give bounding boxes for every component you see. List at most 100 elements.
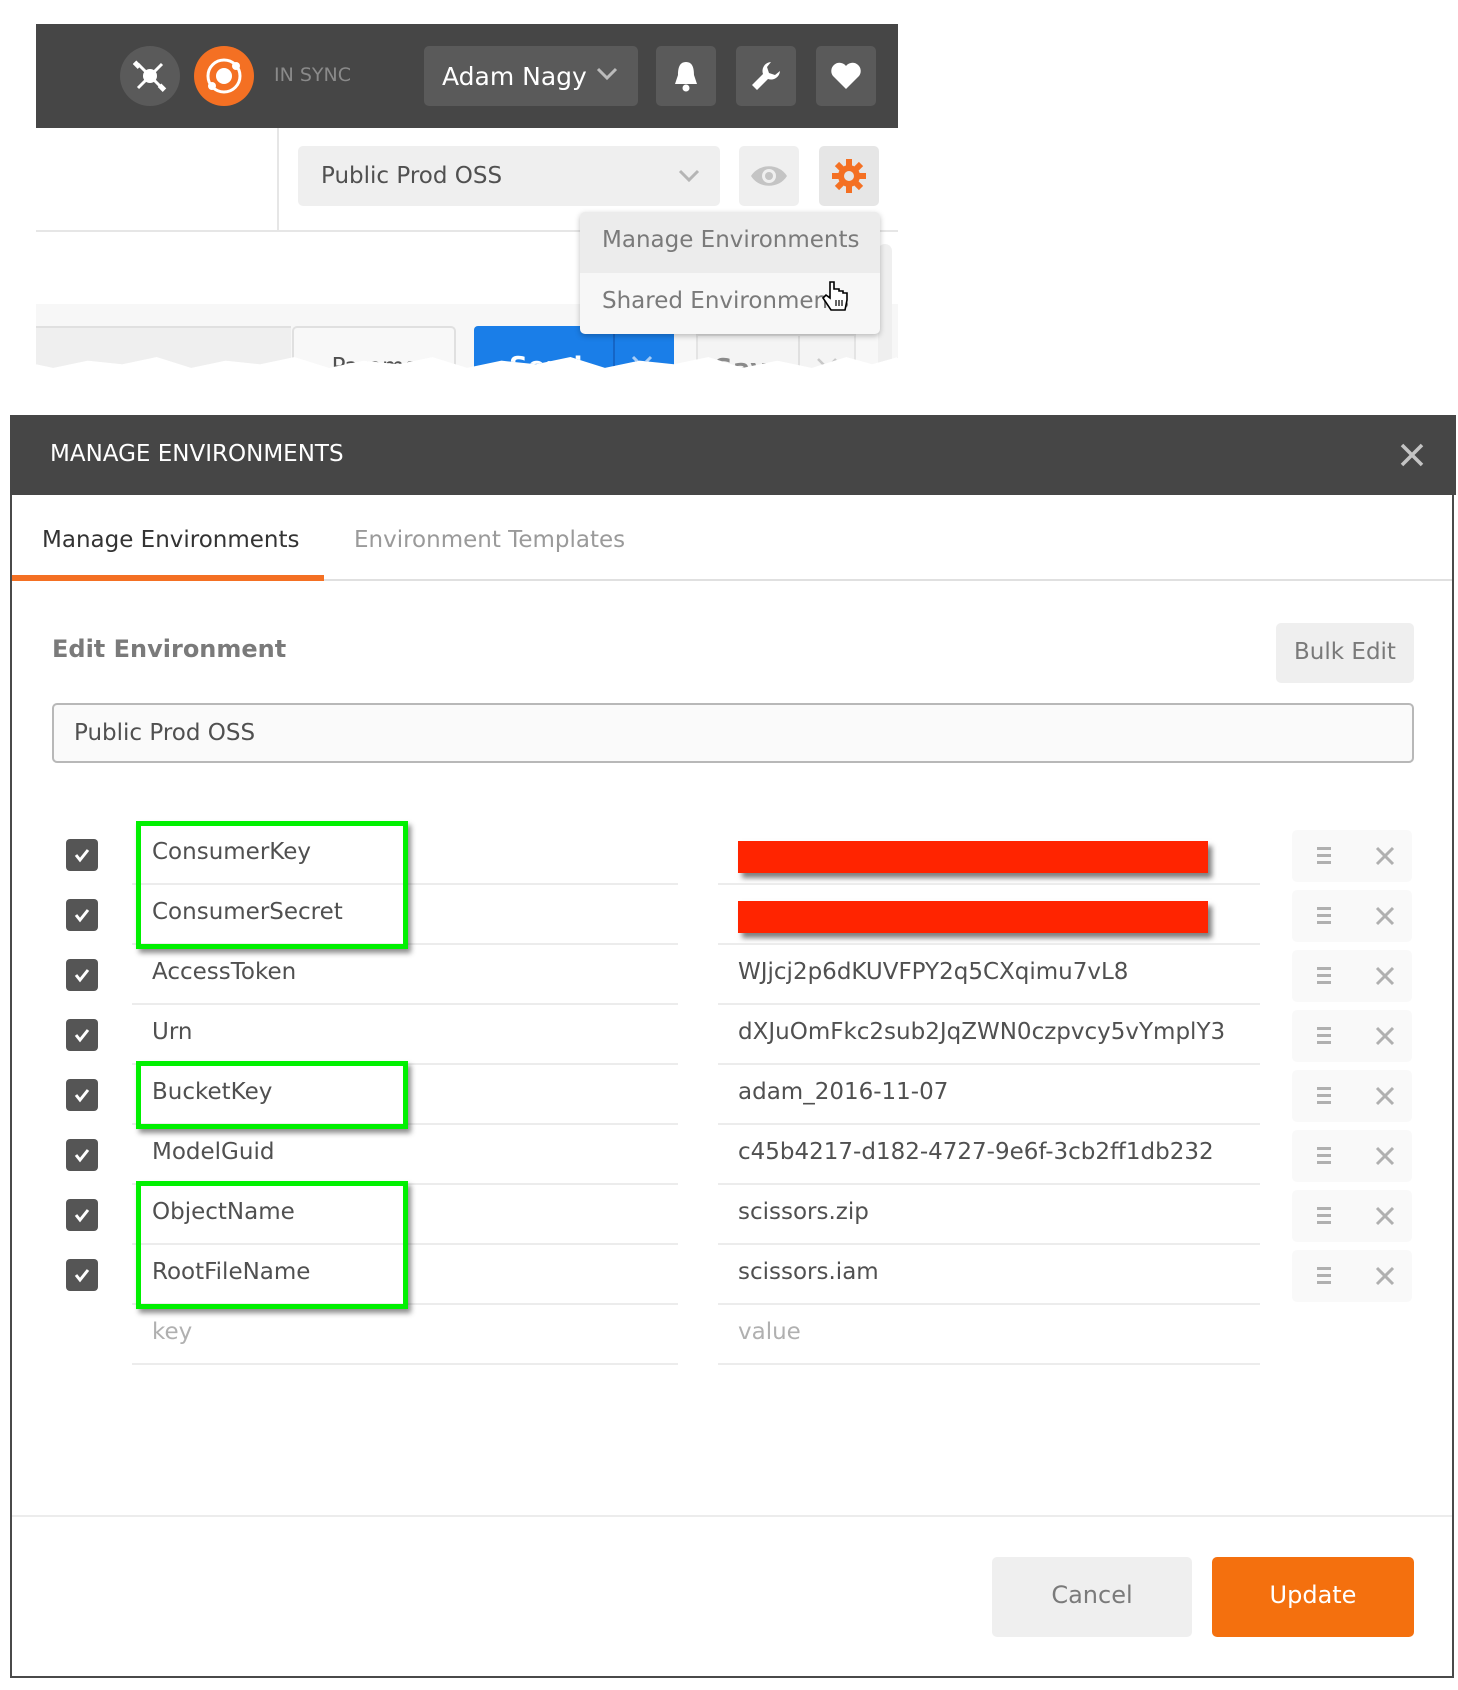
row-actions	[1292, 1190, 1412, 1242]
modal-header: MANAGE ENVIRONMENTS	[10, 415, 1456, 495]
new-value-input[interactable]: value	[718, 1305, 1260, 1365]
divider	[277, 128, 279, 232]
modal-tabs: Manage Environments Environment Template…	[12, 495, 1452, 581]
variable-value[interactable]: scissors.zip	[718, 1185, 1260, 1245]
enable-checkbox[interactable]	[66, 959, 98, 991]
variable-value[interactable]	[718, 885, 1260, 945]
variable-value-text: c45b4217-d182-4727-9e6f-3cb2ff1db232	[738, 1139, 1214, 1165]
url-input[interactable]	[36, 326, 291, 368]
variable-row: AccessToken WJjcj2p6dKUVFPY2q5CXqimu7vL8	[12, 945, 1452, 1005]
variable-value-text: scissors.iam	[738, 1259, 879, 1285]
drag-handle-icon[interactable]	[1316, 1145, 1332, 1167]
chevron-down-icon[interactable]	[629, 348, 655, 374]
bulk-edit-button[interactable]: Bulk Edit	[1276, 623, 1414, 683]
variable-value[interactable]: c45b4217-d182-4727-9e6f-3cb2ff1db232	[718, 1125, 1260, 1185]
row-actions	[1292, 950, 1412, 1002]
delete-icon[interactable]	[1374, 1085, 1396, 1107]
delete-icon[interactable]	[1374, 845, 1396, 867]
variable-key[interactable]: Urn	[132, 1005, 678, 1065]
environment-select[interactable]: Public Prod OSS	[298, 146, 720, 206]
postman-header-snippet: IN SYNC Adam Nagy Public Prod OSS Params…	[36, 24, 898, 376]
sync-icon	[206, 58, 242, 94]
cancel-button[interactable]: Cancel	[992, 1557, 1192, 1637]
enable-checkbox[interactable]	[66, 1079, 98, 1111]
sync-status-label: IN SYNC	[274, 64, 352, 86]
chevron-down-icon[interactable]	[814, 350, 840, 376]
variable-row: Urn dXJuOmFkc2sub2JqZWN0czpvcy5vYmplY3	[12, 1005, 1452, 1065]
close-icon[interactable]	[1394, 437, 1430, 473]
drag-handle-icon[interactable]	[1316, 1085, 1332, 1107]
variable-value[interactable]: WJjcj2p6dKUVFPY2q5CXqimu7vL8	[718, 945, 1260, 1005]
row-actions	[1292, 1130, 1412, 1182]
sync-status-button[interactable]	[194, 46, 254, 106]
checkmark-icon	[74, 1089, 90, 1103]
top-bar: IN SYNC Adam Nagy	[36, 24, 898, 128]
drag-handle-icon[interactable]	[1316, 1205, 1332, 1227]
checkmark-icon	[74, 849, 90, 863]
settings-button[interactable]	[736, 46, 796, 106]
bell-icon	[675, 62, 697, 92]
highlight-box	[136, 821, 408, 949]
save-button[interactable]: Save	[696, 334, 856, 376]
menu-item-manage-environments[interactable]: Manage Environments	[580, 212, 880, 273]
user-dropdown[interactable]: Adam Nagy	[424, 46, 638, 106]
delete-icon[interactable]	[1374, 1145, 1396, 1167]
delete-icon[interactable]	[1374, 1025, 1396, 1047]
favorites-button[interactable]	[816, 46, 876, 106]
checkmark-icon	[74, 1209, 90, 1223]
enable-checkbox[interactable]	[66, 839, 98, 871]
drag-handle-icon[interactable]	[1316, 905, 1332, 927]
variable-value[interactable]	[718, 825, 1260, 885]
checkmark-icon	[74, 1029, 90, 1043]
variable-value[interactable]: adam_2016-11-07	[718, 1065, 1260, 1125]
drag-handle-icon[interactable]	[1316, 965, 1332, 987]
send-button[interactable]: Send	[474, 326, 674, 374]
drag-handle-icon[interactable]	[1316, 1025, 1332, 1047]
variable-row: ModelGuid c45b4217-d182-4727-9e6f-3cb2ff1…	[12, 1125, 1452, 1185]
tab-manage-environments[interactable]: Manage Environments	[42, 527, 300, 553]
variable-key[interactable]: AccessToken	[132, 945, 678, 1005]
satellite-icon	[133, 60, 167, 92]
scrollbar[interactable]	[878, 244, 892, 368]
divider	[613, 326, 615, 368]
notifications-button[interactable]	[656, 46, 716, 106]
row-actions	[1292, 1070, 1412, 1122]
delete-icon[interactable]	[1374, 905, 1396, 927]
highlight-box	[136, 1061, 408, 1129]
checkmark-icon	[74, 1269, 90, 1283]
interceptor-button[interactable]	[120, 46, 180, 106]
manage-environments-button[interactable]	[819, 146, 879, 206]
delete-icon[interactable]	[1374, 965, 1396, 987]
update-button[interactable]: Update	[1212, 1557, 1414, 1637]
wrench-icon	[752, 62, 780, 90]
delete-icon[interactable]	[1374, 1205, 1396, 1227]
enable-checkbox[interactable]	[66, 1199, 98, 1231]
environment-name-input[interactable]: Public Prod OSS	[52, 703, 1414, 763]
gear-icon	[832, 159, 866, 193]
drag-handle-icon[interactable]	[1316, 1265, 1332, 1287]
drag-handle-icon[interactable]	[1316, 845, 1332, 867]
params-button[interactable]: Params	[292, 326, 456, 368]
new-key-input[interactable]: key	[132, 1305, 678, 1365]
enable-checkbox[interactable]	[66, 1259, 98, 1291]
variable-value-text: dXJuOmFkc2sub2JqZWN0czpvcy5vYmplY3	[738, 1019, 1226, 1045]
variable-value[interactable]: scissors.iam	[718, 1245, 1260, 1305]
environment-quick-look-button[interactable]	[739, 146, 799, 206]
tab-environment-templates[interactable]: Environment Templates	[354, 527, 625, 553]
chevron-down-icon	[596, 67, 618, 81]
variable-value-text: scissors.zip	[738, 1199, 869, 1225]
environment-select-value: Public Prod OSS	[321, 163, 503, 189]
row-actions	[1292, 1250, 1412, 1302]
redaction-bar	[738, 901, 1208, 933]
delete-icon[interactable]	[1374, 1265, 1396, 1287]
variable-value-text: adam_2016-11-07	[738, 1079, 949, 1105]
active-tab-indicator	[12, 575, 324, 581]
enable-checkbox[interactable]	[66, 1019, 98, 1051]
variable-key[interactable]: ModelGuid	[132, 1125, 678, 1185]
enable-checkbox[interactable]	[66, 899, 98, 931]
variable-value[interactable]: dXJuOmFkc2sub2JqZWN0czpvcy5vYmplY3	[718, 1005, 1260, 1065]
variable-value-text: WJjcj2p6dKUVFPY2q5CXqimu7vL8	[738, 959, 1129, 985]
enable-checkbox[interactable]	[66, 1139, 98, 1171]
environment-settings-menu: Manage Environments Shared Environments	[580, 212, 880, 334]
hand-cursor-icon	[821, 281, 848, 311]
